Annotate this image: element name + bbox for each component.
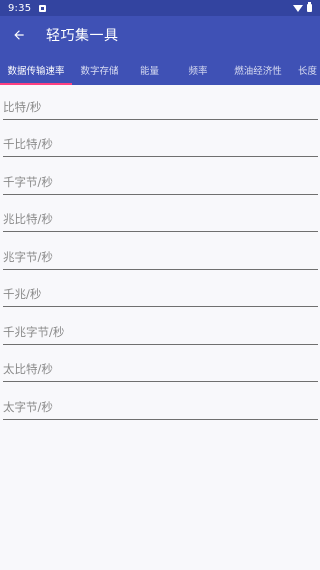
- field-kilobit-per-second: [3, 132, 318, 157]
- status-icons: [293, 2, 312, 12]
- arrow-back-icon: [14, 30, 24, 40]
- status-bar: 9:35: [0, 0, 320, 16]
- field-terabyte-per-second: [3, 395, 318, 420]
- field-gigabyte-per-second: [3, 320, 318, 345]
- field-megabit-per-second: [3, 207, 318, 232]
- tab-frequency[interactable]: 频率: [172, 54, 224, 85]
- gigabit-per-second-input[interactable]: [3, 283, 318, 305]
- app-title: 轻巧集一具: [46, 28, 119, 44]
- tab-bar: 数据传输速率 数字存储 能量 频率 燃油经济性 长度: [0, 54, 320, 85]
- tab-length[interactable]: 长度: [292, 54, 320, 85]
- tab-digital-storage[interactable]: 数字存储: [72, 54, 127, 85]
- field-terabit-per-second: [3, 357, 318, 382]
- terabit-per-second-input[interactable]: [3, 358, 318, 380]
- bit-per-second-input[interactable]: [3, 96, 318, 118]
- tab-energy[interactable]: 能量: [127, 54, 172, 85]
- notification-icon: [39, 4, 47, 12]
- status-time: 9:35: [8, 2, 32, 14]
- megabyte-per-second-input[interactable]: [3, 246, 318, 268]
- wifi-icon: [293, 4, 303, 12]
- field-megabyte-per-second: [3, 245, 318, 270]
- back-button[interactable]: [0, 16, 38, 54]
- tab-fuel-economy[interactable]: 燃油经济性: [224, 54, 292, 85]
- field-bit-per-second: [3, 95, 318, 120]
- megabit-per-second-input[interactable]: [3, 208, 318, 230]
- gigabyte-per-second-input[interactable]: [3, 321, 318, 343]
- app-bar: 轻巧集一具: [0, 16, 320, 54]
- kilobit-per-second-input[interactable]: [3, 133, 318, 155]
- tab-data-rate[interactable]: 数据传输速率: [0, 54, 72, 85]
- kilobyte-per-second-input[interactable]: [3, 171, 318, 193]
- field-kilobyte-per-second: [3, 170, 318, 195]
- battery-icon: [307, 2, 312, 12]
- field-gigabit-per-second: [3, 282, 318, 307]
- terabyte-per-second-input[interactable]: [3, 396, 318, 418]
